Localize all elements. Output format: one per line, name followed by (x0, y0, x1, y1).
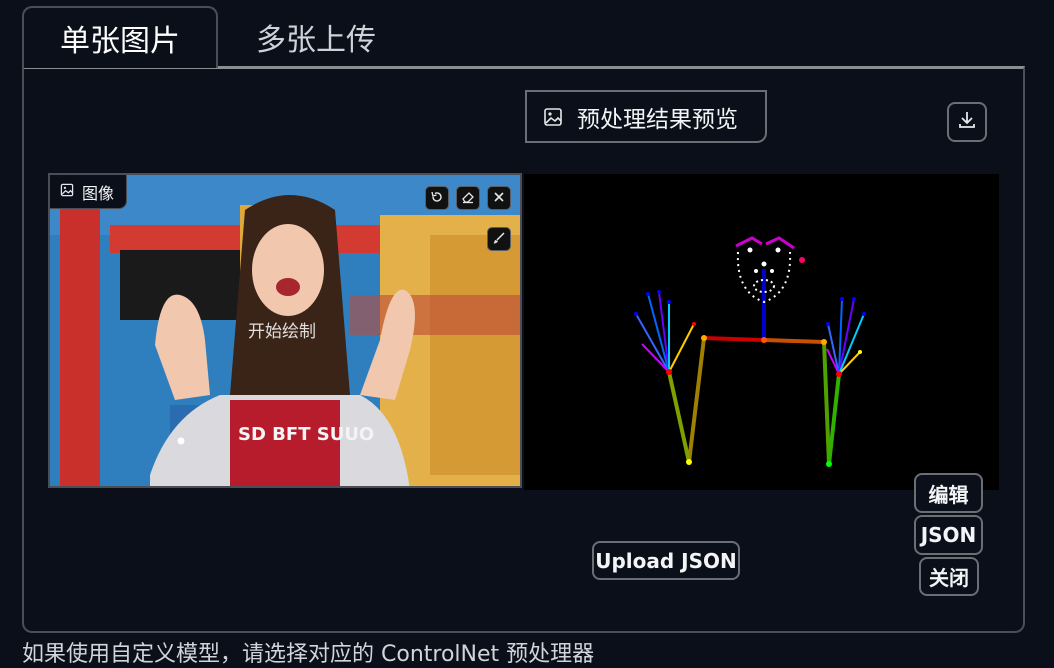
shirt-text: SD BFT SUUO (238, 424, 374, 445)
close-button[interactable]: 关闭 (919, 557, 979, 596)
undo-button[interactable] (425, 186, 449, 210)
preview-label: 预处理结果预览 (525, 90, 767, 143)
draw-hint: 开始绘制 (248, 322, 316, 342)
brush-button[interactable] (487, 227, 511, 251)
undo-icon (430, 189, 444, 208)
close-icon (492, 189, 506, 208)
image-label-text: 图像 (82, 183, 115, 203)
eraser-button[interactable] (456, 186, 480, 210)
preview-label-text: 预处理结果预览 (577, 106, 738, 133)
pose-skeleton (634, 236, 866, 467)
edit-button[interactable]: 编辑 (914, 473, 983, 513)
clear-button[interactable] (487, 186, 511, 210)
download-icon (956, 109, 978, 135)
download-button[interactable] (947, 102, 987, 142)
image-icon (543, 107, 563, 127)
pose-preview (524, 174, 999, 490)
upload-json-button[interactable]: Upload JSON (592, 541, 740, 580)
image-label: 图像 (50, 175, 128, 209)
helper-text: 如果使用自定义模型，请选择对应的 ControlNet 预处理器 (22, 642, 595, 667)
image-icon (60, 182, 74, 201)
tab-single-image[interactable]: 单张图片 (22, 6, 218, 68)
tab-batch-upload[interactable]: 多张上传 (218, 6, 414, 68)
json-button[interactable]: JSON (914, 515, 983, 555)
input-image-canvas[interactable]: SD BFT SUUO 图像 开始绘制 (48, 173, 522, 488)
eraser-icon (461, 189, 475, 208)
brush-icon (492, 230, 506, 249)
